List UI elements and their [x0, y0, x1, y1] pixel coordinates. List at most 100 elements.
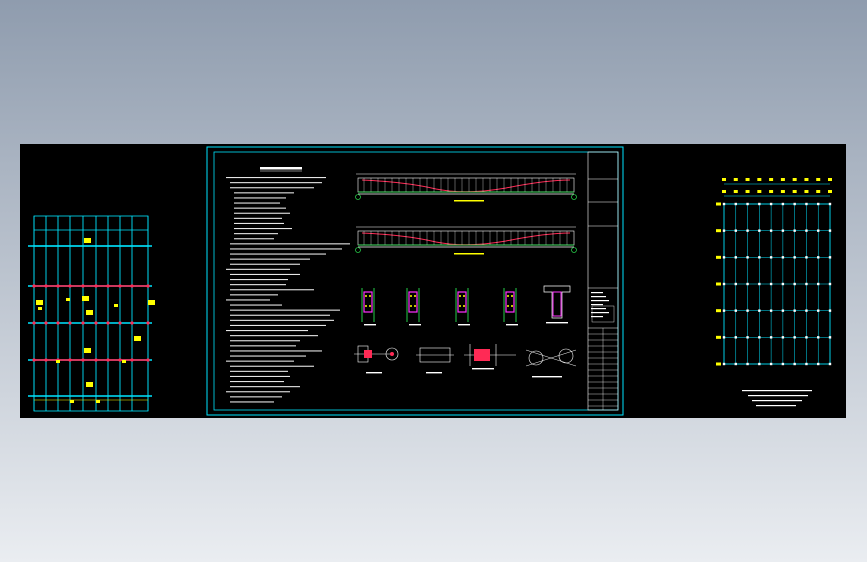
title-block-text: [591, 316, 603, 318]
rebar-dot: [463, 295, 465, 297]
notes-text-line: [230, 248, 342, 250]
column-marker: [734, 309, 737, 312]
notes-text-line: [234, 228, 292, 230]
column-marker: [805, 336, 808, 339]
beam-joint: [106, 321, 110, 325]
node-red-fill: [364, 350, 372, 358]
beam-elevation: [355, 173, 577, 202]
axis-bubble: [355, 247, 361, 253]
column-marker: [734, 229, 737, 232]
column-marker: [793, 362, 796, 366]
column-marker: [828, 202, 832, 206]
grid-axis-tag: [792, 190, 797, 193]
column-marker: [828, 256, 832, 259]
beam-joint: [68, 358, 72, 362]
rebar-dot: [369, 295, 371, 297]
yellow-annotation: [134, 336, 141, 341]
column-marker: [758, 362, 761, 366]
section-rebar-cage: [408, 291, 418, 313]
notes-text-line: [230, 263, 300, 265]
column-marker: [769, 336, 773, 339]
grid-row-tag: [716, 362, 721, 366]
notes-text-line: [234, 192, 294, 194]
t-beam-outline: [543, 285, 571, 319]
column-marker: [805, 202, 808, 206]
notes-text-line: [230, 253, 326, 255]
column-marker: [828, 229, 832, 232]
beam-joint: [32, 284, 36, 288]
rebar-dot: [511, 295, 513, 297]
rebar-dot: [511, 305, 513, 307]
beam-layout-plan-left[interactable]: [26, 210, 156, 415]
section-rebar-cage: [457, 291, 467, 313]
column-marker: [793, 202, 796, 206]
grid-axis-tag: [722, 178, 726, 181]
column-marker: [781, 336, 785, 339]
beam-joint: [106, 358, 110, 362]
beam-joint: [32, 321, 36, 325]
beam-joint: [44, 284, 48, 288]
title-block-text: [591, 292, 603, 294]
rebar-dot: [365, 295, 367, 297]
construction-notes-sheet[interactable]: [206, 146, 624, 416]
column-marker: [769, 282, 773, 286]
column-marker: [758, 256, 761, 259]
design-notes-text: [226, 167, 350, 403]
rebar-dot: [365, 305, 367, 307]
column-marker: [746, 336, 749, 339]
notes-text-line: [234, 222, 284, 224]
column-marker: [805, 229, 808, 232]
column-marker: [734, 282, 737, 286]
column-marker: [817, 256, 820, 259]
t-beam-section-detail: [543, 285, 571, 324]
node-detail-1: [354, 345, 399, 374]
notes-text-line: [230, 365, 314, 367]
yellow-annotation: [86, 310, 93, 315]
grid-axis-tag: [757, 178, 762, 181]
axis-bubble: [571, 194, 577, 200]
column-marker: [793, 309, 796, 312]
beam-joint: [68, 321, 72, 325]
grid-axis-tag: [816, 178, 821, 181]
column-marker: [805, 282, 808, 286]
grid-axis-tag: [828, 178, 832, 181]
rebar-dot: [507, 295, 509, 297]
rebar-dot: [410, 295, 412, 297]
grid-axis-tag: [780, 178, 785, 181]
beam-outline: [357, 230, 575, 246]
node-label: [472, 368, 494, 370]
column-marker: [769, 202, 773, 206]
title-block-text: [591, 300, 609, 302]
title-block-text: [591, 308, 606, 310]
rebar-dot: [507, 305, 509, 307]
column-marker: [817, 362, 820, 366]
column-marker: [758, 282, 761, 286]
prestress-tendon-curve: [361, 179, 571, 193]
notes-text-line: [234, 202, 280, 204]
section-label: [546, 322, 568, 324]
beam-joint: [94, 321, 98, 325]
column-marker: [781, 229, 785, 232]
yellow-tag: [56, 360, 60, 363]
column-marker: [769, 309, 773, 312]
title-block: [587, 151, 619, 411]
grid-axis-tag: [745, 190, 750, 193]
node-circle: [558, 348, 574, 364]
grid-row-tag: [716, 309, 721, 313]
node-detail-3: [464, 344, 516, 370]
beam-joint: [94, 284, 98, 288]
column-marker: [828, 362, 832, 366]
column-marker: [828, 336, 832, 339]
column-marker: [746, 362, 749, 366]
node-detail-4: [525, 348, 577, 378]
column-grid-plan-right[interactable]: [712, 168, 842, 413]
yellow-annotation: [86, 382, 93, 387]
grid-axis-tag: [757, 190, 762, 193]
column-marker: [769, 256, 773, 259]
plan-caption-line: [756, 405, 796, 407]
beam-elevation: [355, 226, 577, 255]
column-section-detail: [406, 288, 421, 326]
rebar-dot: [414, 295, 416, 297]
column-marker: [734, 362, 737, 366]
grid-axis-tag: [733, 178, 738, 181]
